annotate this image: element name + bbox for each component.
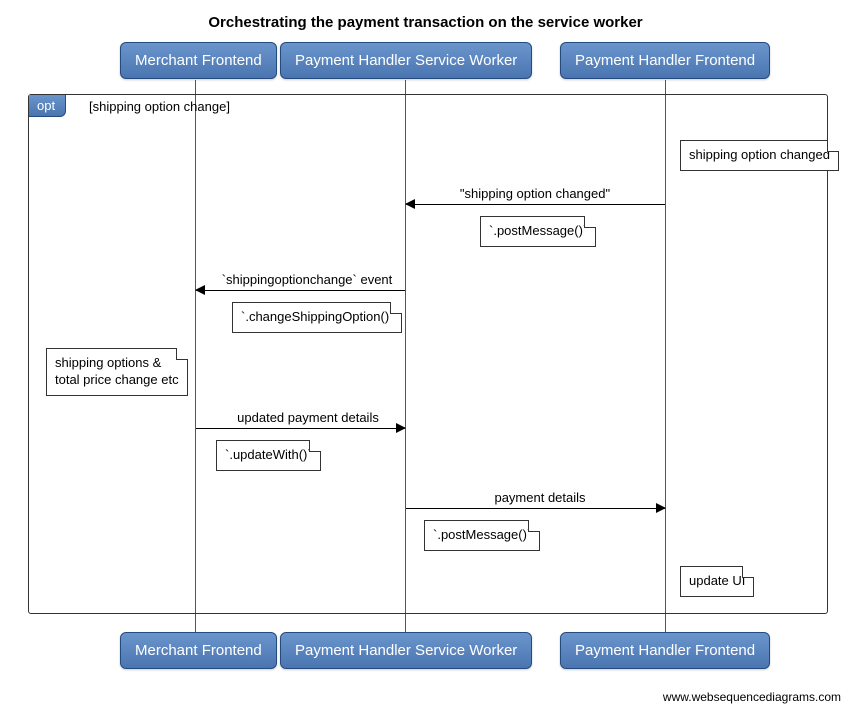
note-text: `.changeShippingOption()` [241, 309, 393, 324]
note-changeshippingoption: `.changeShippingOption()` [232, 302, 402, 333]
note-text-line1: shipping options & [55, 355, 179, 372]
note-text-line2: total price change etc [55, 372, 179, 389]
participant-merchant: Merchant Frontend [120, 42, 277, 79]
opt-guard: [shipping option change] [89, 99, 230, 114]
note-postmessage-1: `.postMessage()` [480, 216, 596, 247]
participant-sw-bottom: Payment Handler Service Worker [280, 632, 532, 669]
note-text: update UI [689, 573, 745, 588]
arrow-m2 [196, 290, 405, 291]
message-payment-details: payment details [480, 490, 600, 505]
note-postmessage-2: `.postMessage()` [424, 520, 540, 551]
note-shipping-options-price: shipping options & total price change et… [46, 348, 188, 396]
participant-frontend-bottom: Payment Handler Frontend [560, 632, 770, 669]
note-update-ui: update UI [680, 566, 754, 597]
note-text: shipping option changed [689, 147, 830, 162]
message-updated-payment-details: updated payment details [228, 410, 388, 425]
arrow-m3 [196, 428, 405, 429]
participant-frontend: Payment Handler Frontend [560, 42, 770, 79]
note-shipping-option-changed: shipping option changed [680, 140, 839, 171]
message-shippingoptionchange-event: `shippingoptionchange` event [212, 272, 402, 287]
participant-merchant-bottom: Merchant Frontend [120, 632, 277, 669]
note-text: `.postMessage()` [433, 527, 531, 542]
arrow-m1 [406, 204, 665, 205]
message-shipping-option-changed: "shipping option changed" [445, 186, 625, 201]
participant-sw: Payment Handler Service Worker [280, 42, 532, 79]
opt-label: opt [29, 95, 66, 117]
diagram-title: Orchestrating the payment transaction on… [0, 0, 851, 39]
attribution: www.websequencediagrams.com [663, 690, 841, 704]
arrow-m4 [406, 508, 665, 509]
note-updatewith: `.updateWith()` [216, 440, 321, 471]
note-text: `.postMessage()` [489, 223, 587, 238]
note-text: `.updateWith()` [225, 447, 312, 462]
